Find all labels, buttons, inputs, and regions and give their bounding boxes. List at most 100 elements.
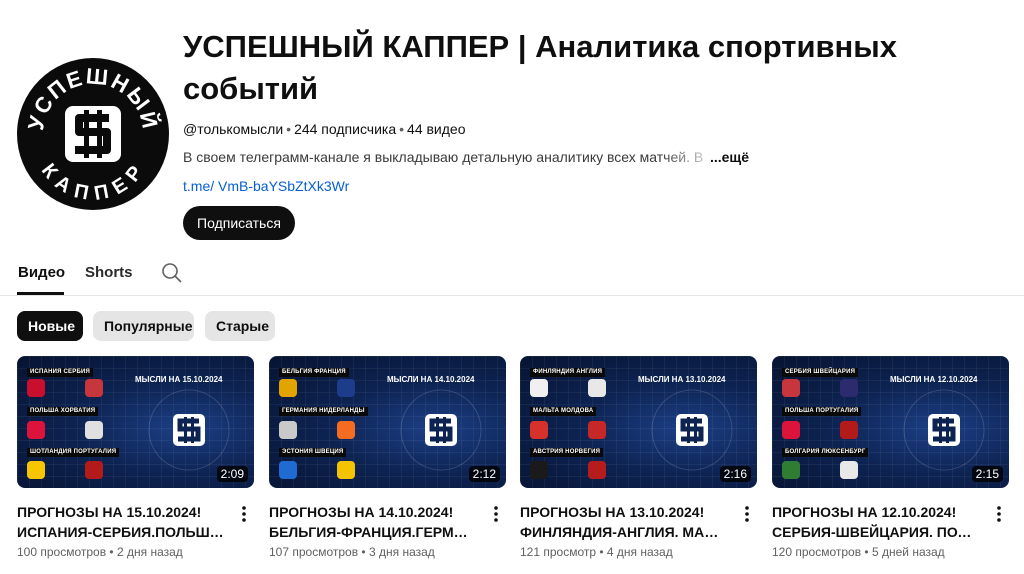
kapper-logo-icon [148, 389, 230, 471]
video-title-line: ПРОГНОЗЫ НА 12.10.2024! [772, 504, 957, 520]
team-crest-icon [337, 461, 355, 479]
team-crest-icon [337, 421, 355, 439]
team-crest-icon [85, 379, 103, 397]
subscriber-count: 244 подписчика [294, 121, 397, 137]
match-pair-label: ПОЛЬША ХОРВАТИЯ [27, 407, 99, 416]
subscribe-button[interactable]: Подписаться [183, 206, 295, 240]
team-crest-icon [588, 421, 606, 439]
video-stats: 120 просмотров • 5 дней назад [772, 545, 945, 559]
view-count: 120 просмотров [772, 545, 862, 559]
video-count: 44 видео [407, 121, 466, 137]
channel-handle: @толькомысли [183, 121, 284, 137]
video-stats: 107 просмотров • 3 дня назад [269, 545, 435, 559]
team-crest-icon [27, 461, 45, 479]
channel-title: УСПЕШНЫЙ КАППЕР | Аналитика спортивных с… [183, 29, 897, 106]
team-crest-icon [840, 461, 858, 479]
video-stats: 121 просмотр • 4 дня назад [520, 545, 673, 559]
tab-shorts[interactable]: Shorts [85, 264, 133, 281]
chip-new[interactable]: Новые [17, 311, 83, 341]
video-title[interactable]: ПРОГНОЗЫ НА 15.10.2024! ИСПАНИЯ-СЕРБИЯ.П… [17, 502, 225, 542]
match-pair-label: ПОЛЬША ПОРТУГАЛИЯ [782, 407, 862, 416]
team-crest-icon [588, 379, 606, 397]
video-title-line: ФИНЛЯНДИЯ-АНГЛИЯ. МАЛЬТА-... [520, 524, 728, 540]
match-pair-label: ШОТЛАНДИЯ ПОРТУГАЛИЯ [27, 448, 120, 457]
match-pair-label: МАЛЬТА МОЛДОВА [530, 407, 597, 416]
team-crest-icon [279, 461, 297, 479]
video-duration: 2:16 [719, 466, 751, 482]
channel-description[interactable]: В своем телеграмм-канале я выкладываю де… [183, 149, 749, 165]
video-title[interactable]: ПРОГНОЗЫ НА 14.10.2024! БЕЛЬГИЯ-ФРАНЦИЯ.… [269, 502, 477, 542]
match-pair-label: ГЕРМАНИЯ НИДЕРЛАНДЫ [279, 407, 368, 416]
upload-age: 4 дня назад [606, 545, 673, 559]
chip-old[interactable]: Старые [205, 311, 275, 341]
match-pair-label: АВСТРИЯ НОРВЕГИЯ [530, 448, 604, 457]
description-text: В своем телеграмм-канале я выкладываю де… [183, 149, 734, 165]
more-vert-icon[interactable] [238, 504, 250, 524]
team-crest-icon [337, 379, 355, 397]
video-card[interactable]: ФИНЛЯНДИЯ АНГЛИЯ МАЛЬТА МОЛДОВА АВСТРИЯ НО… [520, 356, 757, 559]
dollar-logo-icon [65, 106, 121, 162]
team-crest-icon [530, 421, 548, 439]
team-crest-icon [85, 421, 103, 439]
more-vert-icon[interactable] [993, 504, 1005, 524]
match-pair-label: БОЛГАРИЯ ЛЮКСЕНБУРГ [782, 448, 869, 457]
team-crest-icon [530, 461, 548, 479]
video-duration: 2:15 [971, 466, 1003, 482]
video-card[interactable]: ИСПАНИЯ СЕРБИЯ ПОЛЬША ХОРВАТИЯ ШОТЛАНДИЯ П… [17, 356, 254, 559]
kapper-logo-icon [651, 389, 733, 471]
chip-popular[interactable]: Популярные [93, 311, 194, 341]
video-title-line: ПРОГНОЗЫ НА 13.10.2024! [520, 504, 705, 520]
team-crest-icon [782, 461, 800, 479]
view-count: 100 просмотров [17, 545, 107, 559]
more-vert-icon[interactable] [490, 504, 502, 524]
video-title-line: БЕЛЬГИЯ-ФРАНЦИЯ.ГЕРМАНИЯ-... [269, 524, 477, 540]
kapper-logo-icon [903, 389, 985, 471]
upload-age: 2 дня назад [116, 545, 183, 559]
more-link[interactable]: ...ещё [707, 149, 749, 165]
thumbnail-banner: МЫСЛИ НА 14.10.2024 [387, 375, 475, 384]
team-crest-icon [782, 379, 800, 397]
team-crest-icon [279, 421, 297, 439]
video-title-line: СЕРБИЯ-ШВЕЙЦАРИЯ. ПОЛЬША... [772, 524, 980, 540]
team-crest-icon [27, 379, 45, 397]
channel-tabs: Видео Shorts [0, 252, 1024, 296]
active-tab-indicator [17, 292, 64, 295]
search-icon[interactable] [161, 262, 183, 284]
match-pair-label: ЭСТОНИЯ ШВЕЦИЯ [279, 448, 347, 457]
video-thumbnail[interactable]: ИСПАНИЯ СЕРБИЯ ПОЛЬША ХОРВАТИЯ ШОТЛАНДИЯ П… [17, 356, 254, 488]
channel-meta: @толькомысли • 244 подписчика • 44 видео [183, 121, 466, 137]
thumbnail-banner: МЫСЛИ НА 13.10.2024 [638, 375, 726, 384]
video-stats: 100 просмотров • 2 дня назад [17, 545, 183, 559]
channel-avatar[interactable]: УСПЕШНЫЙ КАППЕР [17, 58, 169, 210]
team-crest-icon [782, 421, 800, 439]
team-crest-icon [279, 379, 297, 397]
video-title[interactable]: ПРОГНОЗЫ НА 13.10.2024! ФИНЛЯНДИЯ-АНГЛИЯ… [520, 502, 728, 542]
video-title-line: ПРОГНОЗЫ НА 14.10.2024! [269, 504, 454, 520]
channel-link[interactable]: t.me/ VmB-baYSbZtXk3Wr [183, 178, 349, 194]
kapper-logo-icon [400, 389, 482, 471]
upload-age: 5 дней назад [871, 545, 945, 559]
team-crest-icon [27, 421, 45, 439]
more-vert-icon[interactable] [741, 504, 753, 524]
thumbnail-banner: МЫСЛИ НА 12.10.2024 [890, 375, 978, 384]
video-duration: 2:12 [468, 466, 500, 482]
team-crest-icon [530, 379, 548, 397]
match-pair-label: ИСПАНИЯ СЕРБИЯ [27, 368, 93, 377]
team-crest-icon [840, 421, 858, 439]
video-title[interactable]: ПРОГНОЗЫ НА 12.10.2024! СЕРБИЯ-ШВЕЙЦАРИЯ… [772, 502, 980, 542]
match-pair-label: БЕЛЬГИЯ ФРАНЦИЯ [279, 368, 349, 377]
tab-videos[interactable]: Видео [18, 264, 65, 281]
video-title-line: ПРОГНОЗЫ НА 15.10.2024! [17, 504, 202, 520]
team-crest-icon [840, 379, 858, 397]
video-thumbnail[interactable]: СЕРБИЯ ШВЕЙЦАРИЯ ПОЛЬША ПОРТУГАЛИЯ БОЛГАРИ… [772, 356, 1009, 488]
video-card[interactable]: СЕРБИЯ ШВЕЙЦАРИЯ ПОЛЬША ПОРТУГАЛИЯ БОЛГАРИ… [772, 356, 1009, 559]
video-thumbnail[interactable]: ФИНЛЯНДИЯ АНГЛИЯ МАЛЬТА МОЛДОВА АВСТРИЯ НО… [520, 356, 757, 488]
video-thumbnail[interactable]: БЕЛЬГИЯ ФРАНЦИЯ ГЕРМАНИЯ НИДЕРЛАНДЫ ЭСТОНИ… [269, 356, 506, 488]
video-card[interactable]: БЕЛЬГИЯ ФРАНЦИЯ ГЕРМАНИЯ НИДЕРЛАНДЫ ЭСТОНИ… [269, 356, 506, 559]
view-count: 121 просмотр [520, 545, 597, 559]
upload-age: 3 дня назад [368, 545, 435, 559]
match-pair-label: ФИНЛЯНДИЯ АНГЛИЯ [530, 368, 606, 377]
video-title-line: ИСПАНИЯ-СЕРБИЯ.ПОЛЬША-... [17, 524, 225, 540]
video-duration: 2:09 [216, 466, 248, 482]
team-crest-icon [85, 461, 103, 479]
